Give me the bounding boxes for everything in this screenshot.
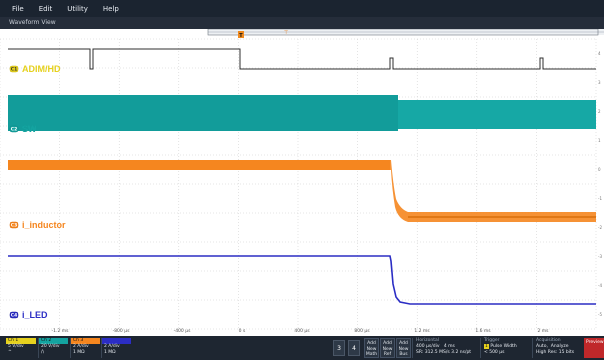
x-tick-label: -400 µs [173,329,191,334]
ch2-badge[interactable]: Ch 2 20 V/div /\ [38,338,68,358]
svg-text:C2: C2 [11,127,17,133]
trace-adim [8,48,596,70]
waveform-view-title: Waveform View [0,17,604,29]
x-tick-label: 0 s [238,329,246,334]
right-tick-label: 3 [598,80,601,85]
x-tick-label: -800 µs [112,329,130,334]
x-tick-label: -1.2 ms [51,329,69,334]
menu-file[interactable]: File [12,5,24,13]
right-tick-label: 4 [598,51,601,56]
right-tick-label: 2 [598,109,601,114]
ch4-badge[interactable]: 2 A/div 1 MΩ [101,338,131,358]
horizontal-panel[interactable]: Horizontal 400 µs/div 4 ms SR: 312.5 MS/… [412,338,478,358]
channel-label-adim[interactable]: C1 ADIM/HD [9,64,61,74]
x-tick-label: 1.6 ms [475,329,491,334]
menu-edit[interactable]: Edit [39,5,53,13]
preview-button[interactable]: Preview [584,338,604,358]
svg-text:i_LED: i_LED [22,310,48,320]
trigger-panel[interactable]: Trigger 1 Pulse Width < 500 µs [480,338,530,358]
timeline-trigger-mark: ⊤ [284,30,288,36]
channel-label-i-inductor[interactable]: C3 i_inductor [9,220,66,230]
menu-help[interactable]: Help [103,5,119,13]
menu-bar: File Edit Utility Help [0,0,604,17]
acquisition-panel[interactable]: Acquisition Auto, Analyze High Res: 15 b… [532,338,582,358]
ch1-badge[interactable]: Ch 1 5 V/div ^ [6,338,36,358]
add-ref-button[interactable]: Add New Ref [380,338,395,358]
svg-text:SW: SW [22,124,37,134]
right-tick-label: 0 [598,167,601,172]
svg-text:C3: C3 [11,223,17,229]
x-tick-label: 2 ms [537,329,549,334]
control-bar: Ch 1 5 V/div ^ Ch 2 20 V/div /\ Ch 3 2 A… [0,336,604,360]
right-tick-label: -4 [598,283,602,288]
right-tick-label: -3 [598,254,602,259]
graticule [0,38,597,330]
right-tick-label: 1 [598,138,601,143]
right-tick-label: -1 [598,196,602,201]
channel-3-button[interactable]: 3 [333,340,345,356]
x-tick-label: 1.2 ms [414,329,430,334]
channel-label-i-led[interactable]: C4 i_LED [9,310,48,320]
add-math-button[interactable]: Add New Math [364,338,379,358]
x-tick-label: 400 µs [294,329,310,334]
menu-utility[interactable]: Utility [67,5,88,13]
svg-text:C1: C1 [11,67,17,73]
x-tick-label: 800 µs [354,329,370,334]
ch3-badge[interactable]: Ch 3 2 A/div 1 MΩ [70,338,100,358]
trace-i-inductor [8,160,596,222]
trace-i-led [8,255,596,305]
trace-sw [8,95,596,131]
right-tick-label: -5 [598,312,602,317]
trigger-marker-label: T [239,33,243,39]
svg-text:C4: C4 [11,313,17,319]
svg-text:i_inductor: i_inductor [22,220,66,230]
time-axis: -1.2 ms -800 µs -400 µs 0 s 400 µs 800 µ… [0,329,596,336]
trigger-source-badge: 1 [484,344,489,349]
svg-text:ADIM/HD: ADIM/HD [22,64,61,74]
channel-4-button[interactable]: 4 [348,340,360,356]
right-tick-label: -2 [598,225,602,230]
right-axis-ticks: 4 3 2 1 0 -1 -2 -3 -4 -5 [598,51,602,317]
add-bus-button[interactable]: Add New Bus [396,338,411,358]
waveform-display[interactable]: ⊤ T 4 3 2 1 0 -1 -2 -3 -4 -5 C1 ADIM/HD C2 SW C3 [0,29,604,335]
